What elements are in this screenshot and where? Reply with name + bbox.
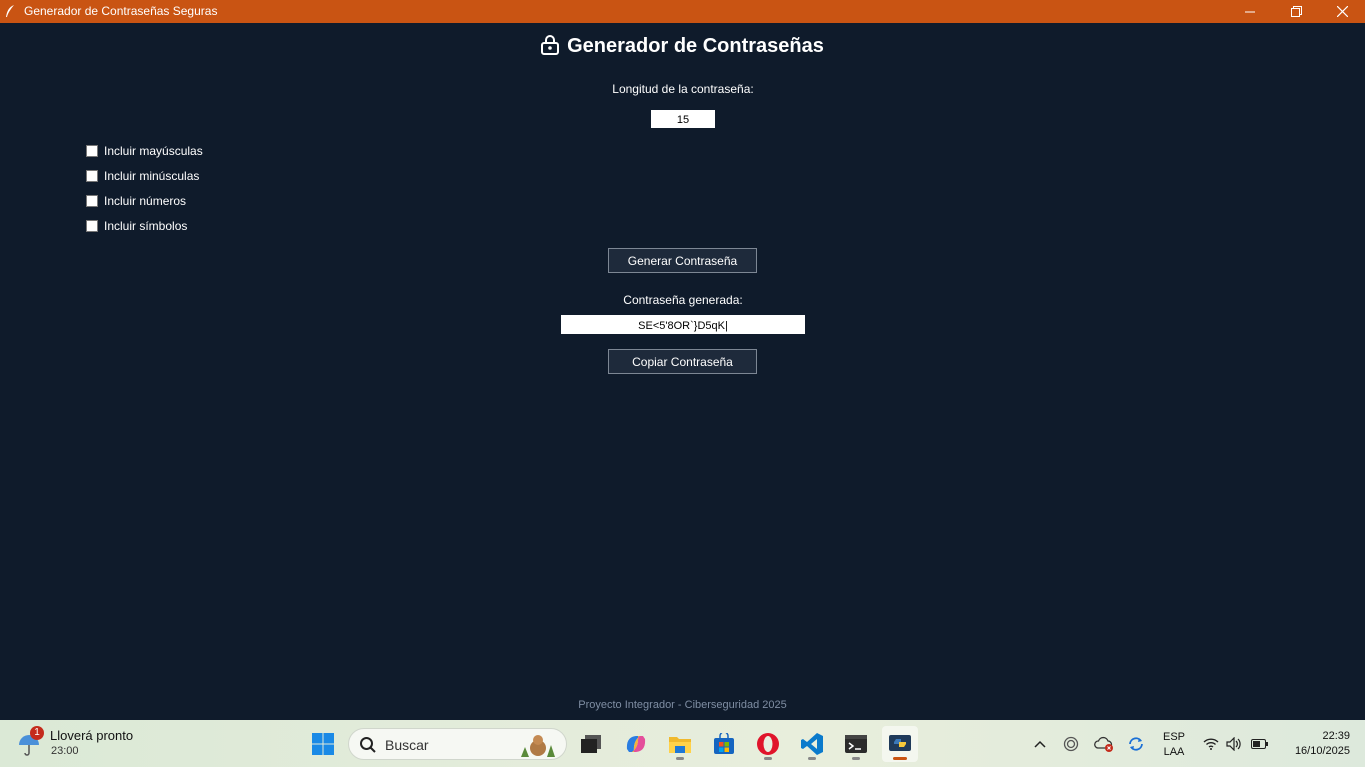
restore-icon xyxy=(1290,6,1302,17)
weather-widget[interactable]: 1 Lloverá pronto 23:00 xyxy=(18,726,158,762)
taskbar-python[interactable] xyxy=(882,726,918,762)
search-highlight-icon xyxy=(521,735,555,757)
copilot-icon xyxy=(626,736,646,752)
vscode-icon xyxy=(801,733,823,755)
headset-icon xyxy=(1063,736,1079,751)
terminal-icon xyxy=(845,735,867,753)
tray-network[interactable] xyxy=(1202,720,1220,767)
wifi-icon xyxy=(1203,737,1219,750)
search-placeholder: Buscar xyxy=(385,737,429,753)
start-button[interactable] xyxy=(305,726,341,762)
lock-icon xyxy=(541,35,560,55)
checkbox-label: Incluir minúsculas xyxy=(104,168,200,183)
checkbox-uppercase[interactable]: Incluir mayúsculas xyxy=(86,138,203,163)
chevron-up-icon xyxy=(1034,740,1046,748)
checkbox-box[interactable] xyxy=(86,194,98,207)
window-titlebar: Generador de Contraseñas Seguras xyxy=(0,0,1365,23)
language-code: ESP xyxy=(1162,731,1185,743)
volume-icon xyxy=(1226,736,1241,751)
close-icon xyxy=(1336,6,1348,17)
task-view-icon xyxy=(581,735,601,753)
generate-password-button[interactable]: Generar Contraseña xyxy=(608,248,757,273)
active-indicator xyxy=(893,757,907,760)
checkbox-symbols[interactable]: Incluir símbolos xyxy=(86,213,203,238)
opera-icon xyxy=(757,733,779,755)
window-title: Generador de Contraseñas Seguras xyxy=(24,4,218,18)
notification-badge: 1 xyxy=(30,726,44,740)
checkbox-label: Incluir símbolos xyxy=(104,218,188,233)
length-input[interactable] xyxy=(651,110,715,128)
python-icon xyxy=(889,735,911,751)
keyboard-layout: LAA xyxy=(1163,746,1185,758)
language-indicator[interactable]: ESP LAA xyxy=(1160,730,1188,760)
checkbox-box[interactable] xyxy=(86,169,98,182)
windows-start-icon xyxy=(312,733,334,755)
checkbox-box[interactable] xyxy=(86,144,98,157)
taskbar-task-view[interactable] xyxy=(573,726,609,762)
checkbox-numbers[interactable]: Incluir números xyxy=(86,188,203,213)
running-indicator xyxy=(852,757,860,760)
file-explorer-icon xyxy=(669,737,691,753)
feather-icon xyxy=(6,5,14,17)
tray-app[interactable] xyxy=(1061,720,1081,767)
minimize-icon xyxy=(1245,11,1255,12)
length-label: Longitud de la contraseña: xyxy=(612,82,754,96)
taskbar-terminal[interactable] xyxy=(838,726,874,762)
show-hidden-icons[interactable] xyxy=(1030,720,1050,767)
taskbar-store[interactable] xyxy=(706,726,742,762)
running-indicator xyxy=(808,757,816,760)
options-group: Incluir mayúsculas Incluir minúsculas In… xyxy=(86,138,203,238)
checkbox-label: Incluir mayúsculas xyxy=(104,143,203,158)
checkbox-box[interactable] xyxy=(86,219,98,232)
tray-battery[interactable] xyxy=(1250,720,1270,767)
clock-time: 22:39 xyxy=(1322,730,1350,742)
app-title: Generador de Contraseñas xyxy=(567,35,824,57)
running-indicator xyxy=(676,757,684,760)
taskbar-copilot[interactable] xyxy=(618,726,654,762)
tray-onedrive[interactable] xyxy=(1094,720,1114,767)
taskbar-file-explorer[interactable] xyxy=(662,726,698,762)
sync-icon xyxy=(1129,736,1143,751)
search-icon xyxy=(360,737,376,753)
copy-password-button[interactable]: Copiar Contraseña xyxy=(608,349,757,374)
taskbar: 1 Lloverá pronto 23:00 Buscar ESP LAA 22… xyxy=(0,720,1365,767)
generated-password-field[interactable] xyxy=(561,315,805,334)
minimize-button[interactable] xyxy=(1227,0,1273,23)
checkbox-label: Incluir números xyxy=(104,193,187,208)
taskbar-clock[interactable]: 22:39 16/10/2025 xyxy=(1280,729,1350,759)
checkbox-lowercase[interactable]: Incluir minúsculas xyxy=(86,163,203,188)
footer-text: Proyecto Integrador - Ciberseguridad 202… xyxy=(578,699,787,711)
clock-date: 16/10/2025 xyxy=(1294,745,1350,757)
taskbar-opera[interactable] xyxy=(750,726,786,762)
weather-time: 23:00 xyxy=(51,745,79,757)
taskbar-vscode[interactable] xyxy=(794,726,830,762)
app-heading: Generador de Contraseñas xyxy=(0,35,1365,58)
tray-volume[interactable] xyxy=(1225,720,1243,767)
battery-icon xyxy=(1251,738,1268,749)
cloud-error-icon xyxy=(1094,736,1113,752)
running-indicator xyxy=(764,757,772,760)
tray-sync[interactable] xyxy=(1126,720,1146,767)
taskbar-search[interactable]: Buscar xyxy=(348,728,567,760)
generated-password-label: Contraseña generada: xyxy=(623,293,743,307)
close-button[interactable] xyxy=(1319,0,1365,23)
microsoft-store-icon xyxy=(714,733,734,754)
weather-text: Lloverá pronto xyxy=(50,728,134,743)
restore-button[interactable] xyxy=(1273,0,1319,23)
